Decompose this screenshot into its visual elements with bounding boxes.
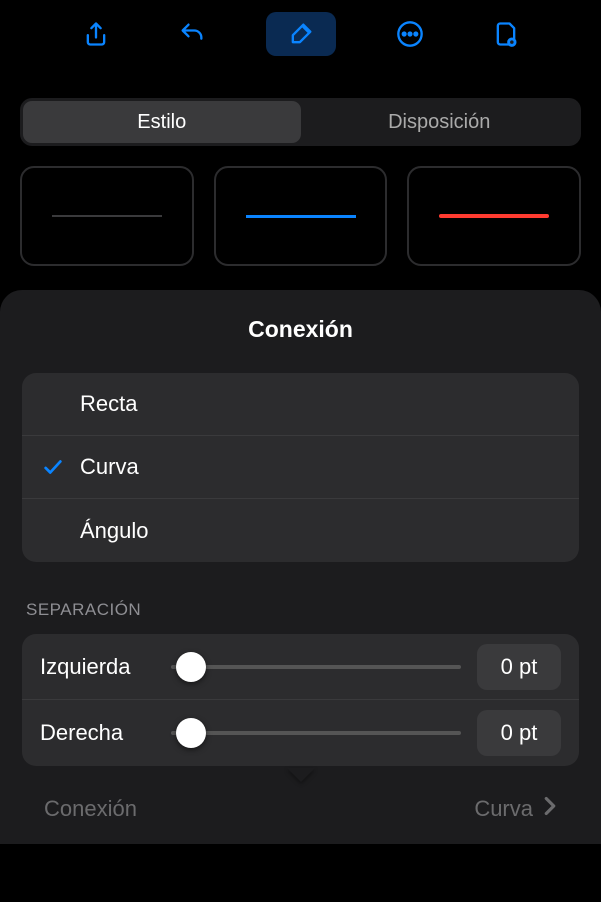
slider-right-row: Derecha 0 pt [22, 700, 579, 766]
more-icon [396, 20, 424, 48]
separation-group: Izquierda 0 pt Derecha 0 pt [22, 634, 579, 766]
slider-label-left: Izquierda [40, 654, 155, 680]
line-preview-red [439, 214, 549, 218]
connection-sheet: Conexión Recta Curva Ángulo SEPARACIÓN I… [0, 290, 601, 844]
share-button[interactable] [74, 12, 118, 56]
segmented-control-wrap: Estilo Disposición [0, 68, 601, 166]
separation-header: SEPARACIÓN [26, 600, 575, 620]
sheet-title: Conexión [22, 316, 579, 343]
undo-button[interactable] [170, 12, 214, 56]
slider-thumb[interactable] [176, 718, 206, 748]
line-style-row [0, 166, 601, 290]
more-button[interactable] [388, 12, 432, 56]
line-preview-dark [52, 215, 162, 217]
connection-summary-row[interactable]: Conexión Curva [22, 774, 579, 844]
slider-left[interactable] [171, 665, 461, 669]
slider-value-left[interactable]: 0 pt [477, 644, 561, 690]
option-label: Ángulo [74, 518, 559, 544]
line-style-1[interactable] [20, 166, 194, 266]
slider-value-right[interactable]: 0 pt [477, 710, 561, 756]
tab-style[interactable]: Estilo [23, 101, 301, 143]
document-button[interactable] [484, 12, 528, 56]
document-icon [492, 20, 520, 48]
slider-left-row: Izquierda 0 pt [22, 634, 579, 700]
format-button[interactable] [266, 12, 336, 56]
slider-thumb[interactable] [176, 652, 206, 682]
summary-label: Conexión [44, 796, 137, 822]
connection-type-group: Recta Curva Ángulo [22, 373, 579, 562]
sheet-pointer [287, 768, 315, 782]
line-style-2[interactable] [214, 166, 388, 266]
option-label: Curva [74, 454, 559, 480]
line-style-3[interactable] [407, 166, 581, 266]
slider-right[interactable] [171, 731, 461, 735]
option-angulo[interactable]: Ángulo [22, 499, 579, 562]
undo-icon [178, 20, 206, 48]
checkmark-icon [42, 456, 74, 478]
segmented-control: Estilo Disposición [20, 98, 581, 146]
line-preview-blue [246, 215, 356, 218]
slider-label-right: Derecha [40, 720, 155, 746]
summary-value: Curva [474, 796, 533, 822]
share-icon [82, 20, 110, 48]
option-recta[interactable]: Recta [22, 373, 579, 436]
tab-layout[interactable]: Disposición [301, 101, 579, 143]
option-curva[interactable]: Curva [22, 436, 579, 499]
brush-icon [287, 20, 315, 48]
top-toolbar [0, 0, 601, 68]
chevron-right-icon [543, 796, 557, 822]
option-label: Recta [74, 391, 559, 417]
